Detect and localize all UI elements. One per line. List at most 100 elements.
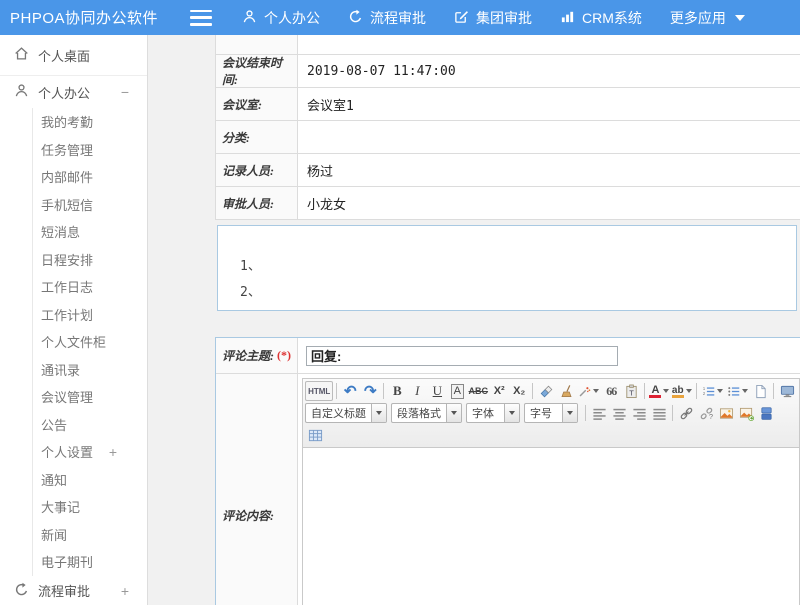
- align-left-icon[interactable]: [589, 403, 609, 423]
- eraser-icon[interactable]: [536, 381, 556, 401]
- field-value: 会议室1: [298, 88, 800, 120]
- font-family-select[interactable]: 字体: [466, 403, 520, 423]
- expand-plus-icon[interactable]: +: [109, 444, 117, 460]
- menu-toggle-button[interactable]: [190, 10, 212, 26]
- autotypeset-wand-icon[interactable]: [576, 381, 601, 401]
- sidebar-item-task-management[interactable]: 任务管理: [33, 136, 147, 164]
- ordered-list-icon[interactable]: 12: [700, 381, 725, 401]
- insert-image-icon[interactable]: [716, 403, 736, 423]
- snapshot-image-icon[interactable]: [736, 403, 756, 423]
- subscript-button[interactable]: X₂: [509, 381, 529, 401]
- toolbar-row-3: [305, 424, 797, 446]
- sidebar-item-contacts[interactable]: 通讯录: [33, 356, 147, 384]
- sidebar-item-my-attendance[interactable]: 我的考勤: [33, 108, 147, 136]
- meeting-minutes-box: 1、 2、: [217, 225, 797, 311]
- sidebar-item-work-plan[interactable]: 工作计划: [33, 301, 147, 329]
- field-value: 杨过: [298, 154, 800, 186]
- sidebar-submenu: 我的考勤 任务管理 内部邮件 手机短信 短消息 日程安排 工作日志 工作计划 个…: [32, 108, 147, 576]
- preview-monitor-icon[interactable]: [777, 381, 797, 401]
- toolbar-separator: [532, 383, 533, 399]
- toolbar-separator: [383, 383, 384, 399]
- sidebar-item-schedule[interactable]: 日程安排: [33, 246, 147, 274]
- sidebar-item-news[interactable]: 新闻: [33, 521, 147, 549]
- sidebar-item-announcement[interactable]: 公告: [33, 411, 147, 439]
- expand-plus-icon[interactable]: +: [121, 583, 129, 599]
- app-title: PHPOA协同办公软件: [0, 7, 190, 28]
- minutes-line: 1、: [240, 254, 796, 280]
- blockquote-button[interactable]: 66: [601, 381, 621, 401]
- char-border-button[interactable]: A: [447, 381, 467, 401]
- sidebar-item-personal-files[interactable]: 个人文件柜: [33, 328, 147, 356]
- link-icon[interactable]: [676, 403, 696, 423]
- insert-media-icon[interactable]: [756, 403, 776, 423]
- paste-icon[interactable]: T: [621, 381, 641, 401]
- toolbar-row-1: HTML ↶ ↷ B I U A ABC X²: [305, 380, 797, 402]
- paragraph-format-select[interactable]: 段落格式: [391, 403, 462, 423]
- redo-button[interactable]: ↷: [360, 381, 380, 401]
- nav-label: 集团审批: [476, 8, 532, 28]
- form-row-partial: [216, 35, 800, 55]
- underline-button[interactable]: U: [427, 381, 447, 401]
- sidebar-item-work-log[interactable]: 工作日志: [33, 273, 147, 301]
- minutes-line: 2、: [240, 280, 796, 306]
- sidebar-item-mobile-sms[interactable]: 手机短信: [33, 191, 147, 219]
- field-label: [216, 35, 298, 54]
- nav-workflow-approval[interactable]: 流程审批: [348, 8, 426, 28]
- sidebar-item-major-events[interactable]: 大事记: [33, 493, 147, 521]
- html-source-button[interactable]: HTML: [305, 381, 333, 401]
- toolbar-separator: [696, 383, 697, 399]
- superscript-button[interactable]: X²: [489, 381, 509, 401]
- sidebar-item-desktop[interactable]: 个人桌面: [0, 35, 147, 75]
- field-value: 2019-08-07 11:47:00: [298, 55, 800, 87]
- nav-personal-office[interactable]: 个人办公: [242, 8, 320, 28]
- sidebar-item-notifications[interactable]: 通知: [33, 466, 147, 494]
- highlight-color-button[interactable]: ab: [671, 381, 693, 401]
- undo-button[interactable]: ↶: [340, 381, 360, 401]
- align-right-icon[interactable]: [629, 403, 649, 423]
- strikethrough-button[interactable]: ABC: [467, 381, 489, 401]
- sidebar-item-internal-mail[interactable]: 内部邮件: [33, 163, 147, 191]
- editor-content-area[interactable]: [303, 448, 799, 605]
- sidebar-item-e-journal[interactable]: 电子期刊: [33, 548, 147, 576]
- custom-title-select[interactable]: 自定义标题: [305, 403, 387, 423]
- comment-subject-input[interactable]: [306, 346, 618, 366]
- unlink-icon[interactable]: ?: [696, 403, 716, 423]
- font-size-select[interactable]: 字号: [524, 403, 578, 423]
- top-navigation: 个人办公 流程审批 集团审批 CRM系统 更多应用: [242, 8, 745, 28]
- workflow-cycle-icon: [348, 9, 363, 27]
- rich-text-editor: HTML ↶ ↷ B I U A ABC X²: [302, 378, 800, 605]
- field-value: [298, 35, 800, 54]
- new-page-icon[interactable]: [750, 381, 770, 401]
- align-center-icon[interactable]: [609, 403, 629, 423]
- chevron-down-icon: [504, 404, 519, 422]
- sidebar-item-label: 流程审批: [38, 581, 90, 600]
- nav-crm-system[interactable]: CRM系统: [560, 8, 642, 28]
- font-color-button[interactable]: A: [648, 381, 670, 401]
- content-area: 会议结束时间: 2019-08-07 11:47:00 会议室: 会议室1 分类…: [148, 35, 800, 605]
- comment-content-cell: HTML ↶ ↷ B I U A ABC X²: [298, 374, 800, 605]
- toolbar-separator: [644, 383, 645, 399]
- sidebar-group-workflow-approval[interactable]: 流程审批 +: [0, 576, 147, 605]
- svg-text:2: 2: [703, 390, 706, 395]
- insert-table-icon[interactable]: [305, 425, 325, 445]
- unordered-list-icon[interactable]: [725, 381, 750, 401]
- sidebar-group-personal-office[interactable]: 个人办公 −: [0, 76, 147, 108]
- chevron-down-icon: [717, 389, 723, 393]
- chevron-down-icon: [686, 389, 692, 393]
- bar-chart-icon: [560, 9, 575, 27]
- field-label: 会议结束时间:: [216, 55, 298, 87]
- bold-button[interactable]: B: [387, 381, 407, 401]
- sidebar-item-short-message[interactable]: 短消息: [33, 218, 147, 246]
- sidebar: 个人桌面 个人办公 − 我的考勤 任务管理 内部邮件 手机短信 短消息 日程安排…: [0, 35, 148, 605]
- align-justify-icon[interactable]: [649, 403, 669, 423]
- nav-more-apps[interactable]: 更多应用: [670, 8, 745, 28]
- italic-button[interactable]: I: [407, 381, 427, 401]
- clear-format-broom-icon[interactable]: [556, 381, 576, 401]
- sidebar-item-personal-settings[interactable]: 个人设置+: [33, 438, 147, 466]
- form-row-approver: 审批人员: 小龙女: [216, 187, 800, 220]
- collapse-minus-icon[interactable]: −: [121, 84, 129, 100]
- nav-group-approval[interactable]: 集团审批: [454, 8, 532, 28]
- sidebar-item-meeting-management[interactable]: 会议管理: [33, 383, 147, 411]
- field-label: 记录人员:: [216, 154, 298, 186]
- svg-text:?: ?: [708, 412, 712, 421]
